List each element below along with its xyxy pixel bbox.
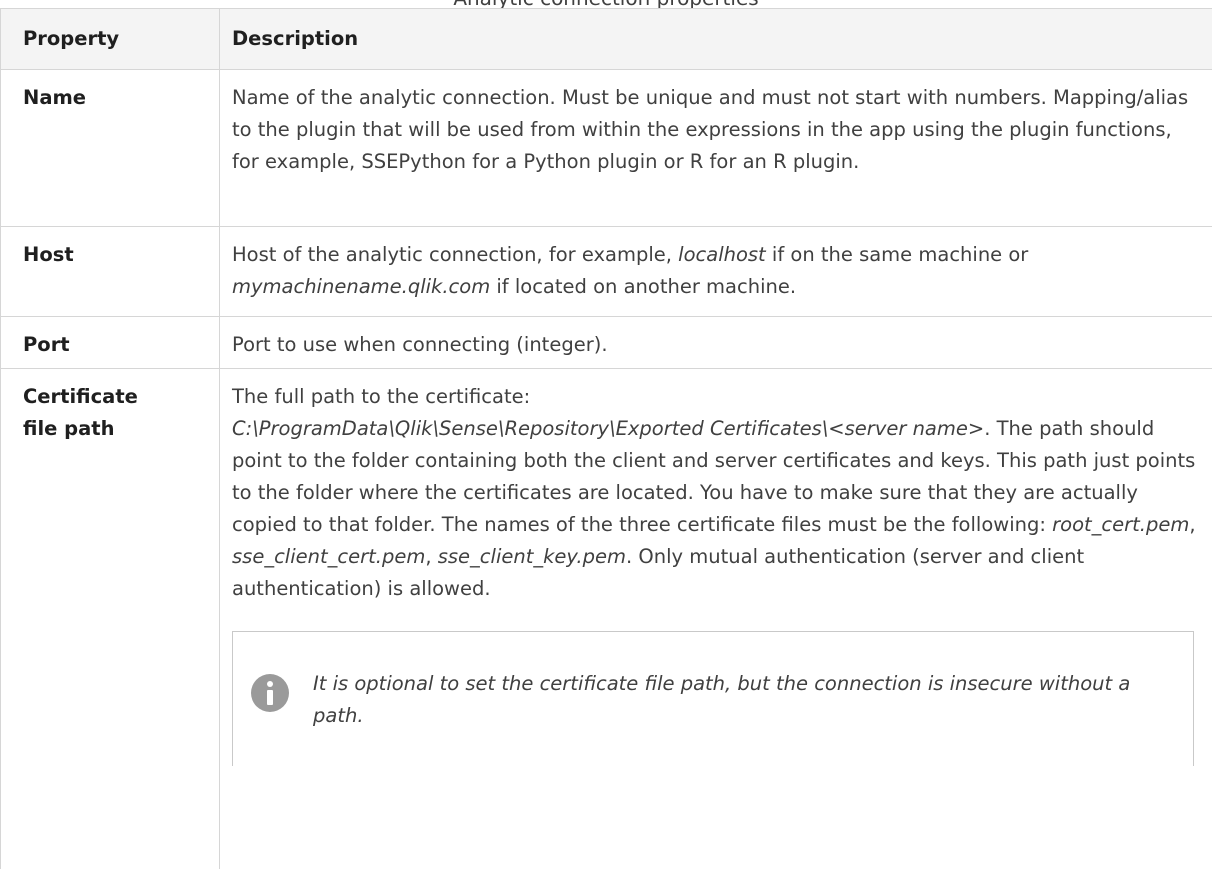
example-hostname: mymachinename.qlik.com xyxy=(232,275,490,298)
table-row: Name Name of the analytic connection. Mu… xyxy=(1,70,1212,227)
certificate-file-name: root_cert.pem xyxy=(1052,513,1189,536)
description-text: , xyxy=(425,545,437,568)
property-port: Port xyxy=(1,317,220,369)
property-host: Host xyxy=(1,227,220,317)
properties-table: Property Description Name Name of the an… xyxy=(0,8,1212,869)
example-hostname: localhost xyxy=(678,243,766,266)
description-text: The full path to the certificate: xyxy=(232,385,530,408)
table-caption: Analytic connection properties xyxy=(0,0,1212,8)
property-label-line: file path xyxy=(23,417,114,440)
header-description: Description xyxy=(220,9,1212,70)
description-text: Host of the analytic connection, for exa… xyxy=(232,243,678,266)
description-text: if on the same machine or xyxy=(766,243,1029,266)
table-row: Port Port to use when connecting (intege… xyxy=(1,317,1212,369)
info-icon xyxy=(251,674,289,712)
certificate-file-name: sse_client_cert.pem xyxy=(232,545,425,568)
info-note: It is optional to set the certificate fi… xyxy=(232,631,1194,766)
description-text: if located on another machine. xyxy=(490,275,796,298)
description-host: Host of the analytic connection, for exa… xyxy=(220,227,1212,317)
description-certificate-file-path: The full path to the certificate: C:\Prog… xyxy=(220,369,1212,869)
description-text: , xyxy=(1189,513,1195,536)
note-text: It is optional to set the certificate fi… xyxy=(313,668,1173,732)
header-property: Property xyxy=(1,9,220,70)
property-certificate-file-path: Certificate file path xyxy=(1,369,220,869)
table-row: Host Host of the analytic connection, fo… xyxy=(1,227,1212,317)
table-header-row: Property Description xyxy=(1,9,1212,70)
property-name: Name xyxy=(1,70,220,227)
description-port: Port to use when connecting (integer). xyxy=(220,317,1212,369)
table-row: Certificate file path The full path to th… xyxy=(1,369,1212,869)
certificate-file-name: sse_client_key.pem xyxy=(438,545,626,568)
certificate-path: C:\ProgramData\Qlik\Sense\Repository\Exp… xyxy=(232,417,984,440)
description-name: Name of the analytic connection. Must be… xyxy=(220,70,1212,227)
property-label-line: Certificate xyxy=(23,385,138,408)
